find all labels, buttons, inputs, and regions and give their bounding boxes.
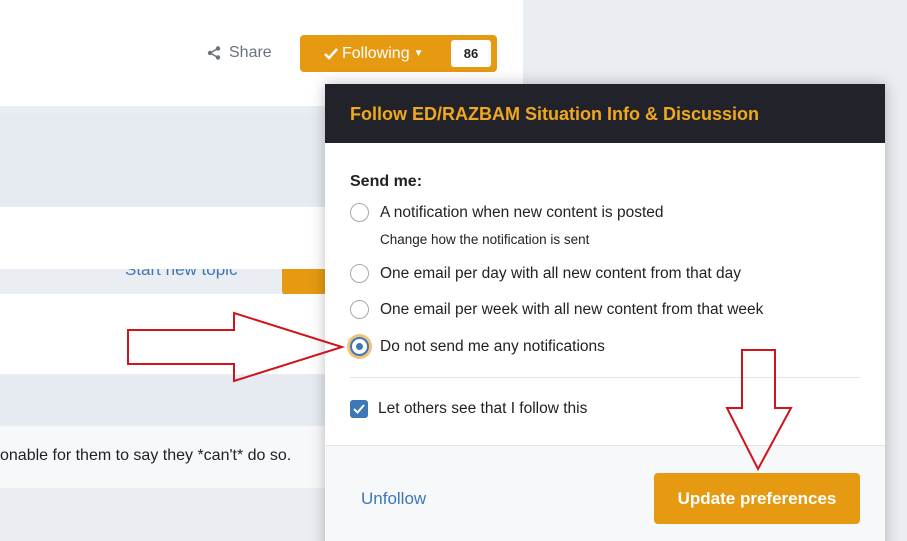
- option-label: Do not send me any notifications: [380, 337, 605, 355]
- annotation-arrow-down: [725, 349, 793, 472]
- caret-down-icon: ▼: [413, 48, 424, 59]
- update-preferences-button[interactable]: Update preferences: [654, 473, 860, 524]
- change-notification-link[interactable]: Change how the notification is sent: [380, 232, 589, 247]
- check-icon: [353, 404, 365, 414]
- let-others-see-label: Let others see that I follow this: [378, 400, 588, 417]
- share-icon: [207, 46, 221, 60]
- let-others-see-checkbox[interactable]: Let others see that I follow this: [350, 400, 587, 418]
- radio-button[interactable]: [350, 203, 369, 222]
- send-me-label: Send me:: [350, 173, 423, 190]
- radio-button-selected[interactable]: [350, 337, 369, 356]
- option-no-notifications[interactable]: Do not send me any notifications: [350, 337, 605, 356]
- modal-footer: Unfollow Update preferences: [325, 445, 885, 541]
- share-button[interactable]: Share: [207, 44, 272, 62]
- radio-button[interactable]: [350, 300, 369, 319]
- share-label: Share: [229, 44, 272, 61]
- modal-title: Follow ED/RAZBAM Situation Info & Discus…: [325, 84, 885, 143]
- option-daily-email[interactable]: One email per day with all new content f…: [350, 264, 741, 283]
- radio-button[interactable]: [350, 264, 369, 283]
- following-button[interactable]: Following ▼ 86: [300, 35, 497, 72]
- option-label: One email per day with all new content f…: [380, 264, 741, 282]
- option-new-content-notification[interactable]: A notification when new content is poste…: [350, 203, 664, 222]
- follow-modal: Follow ED/RAZBAM Situation Info & Discus…: [325, 84, 885, 541]
- post-text: onable for them to say they *can't* do s…: [0, 447, 292, 464]
- option-weekly-email[interactable]: One email per week with all new content …: [350, 300, 763, 319]
- check-icon: [324, 47, 338, 60]
- following-label: Following: [342, 44, 410, 62]
- annotation-arrow-right: [127, 311, 346, 383]
- option-label: A notification when new content is poste…: [380, 203, 664, 221]
- follower-count: 86: [451, 40, 491, 67]
- unfollow-link[interactable]: Unfollow: [361, 489, 426, 509]
- checkbox[interactable]: [350, 400, 368, 418]
- option-label: One email per week with all new content …: [380, 300, 764, 318]
